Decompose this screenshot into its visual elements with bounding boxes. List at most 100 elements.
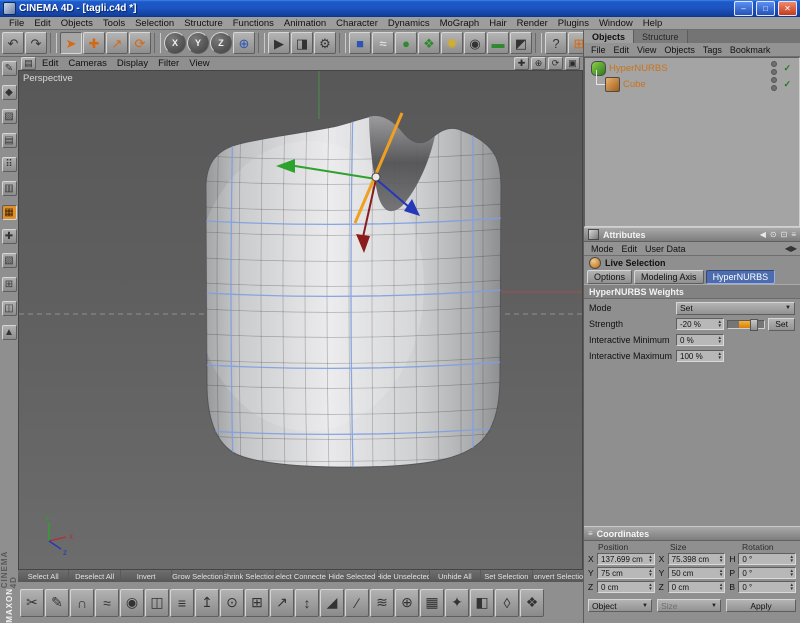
enable-snap-icon[interactable]: ⊞ xyxy=(1,277,17,292)
display-filter-icon[interactable]: ▲ xyxy=(1,325,17,340)
add-floor-icon[interactable]: ▬ xyxy=(487,32,509,54)
om-menu-tags[interactable]: Tags xyxy=(699,45,726,55)
object-row-hypernurbs[interactable]: HyperNURBS ✓ xyxy=(587,60,797,76)
weld-tool-icon[interactable]: ⊕ xyxy=(395,588,419,617)
add-spline-icon[interactable]: ≈ xyxy=(372,32,394,54)
edges-mode-icon[interactable]: ▥ xyxy=(1,181,17,196)
position-y-field[interactable]: 75 cm ▲ ▼ xyxy=(597,567,655,579)
grow-selection-button[interactable]: Grow Selection xyxy=(172,570,223,582)
menu-file[interactable]: File xyxy=(4,18,29,29)
object-axis-mode-icon[interactable]: ✚ xyxy=(1,229,17,244)
position-z-field[interactable]: 0 cm ▲ ▼ xyxy=(597,581,655,593)
strength-slider[interactable] xyxy=(727,318,766,331)
menu-functions[interactable]: Functions xyxy=(228,18,279,29)
maximize-button[interactable]: □ xyxy=(756,1,775,16)
menu-hair[interactable]: Hair xyxy=(484,18,511,29)
spinner-arrows-icon[interactable]: ▲ ▼ xyxy=(648,554,652,564)
toggle-view-icon[interactable]: ▣ xyxy=(565,57,580,70)
melt-tool-icon[interactable]: ◊ xyxy=(495,588,519,617)
viewport-menu-display[interactable]: Display xyxy=(113,58,152,69)
undo-icon[interactable]: ↶ xyxy=(2,32,24,54)
viewport-menu-filter[interactable]: Filter xyxy=(154,58,183,69)
attr-menu-userdata[interactable]: User Data xyxy=(641,244,690,254)
visibility-toggles[interactable] xyxy=(771,61,778,75)
size-z-field[interactable]: 0 cm ▲ ▼ xyxy=(667,581,726,593)
set-button[interactable]: Set xyxy=(768,317,795,331)
workplane-mode-icon[interactable]: ▤ xyxy=(1,133,17,148)
magnet-tool-icon[interactable]: ◉ xyxy=(120,588,144,617)
object-name-hypernurbs[interactable]: HyperNURBS xyxy=(609,63,768,74)
lock-icon[interactable]: ⊡ xyxy=(781,230,788,239)
interactive-maximum-field[interactable]: 100 % ▲ ▼ xyxy=(676,350,724,362)
lock-y-axis-icon[interactable]: Y xyxy=(187,32,209,54)
om-menu-file[interactable]: File xyxy=(587,45,610,55)
mode-dropdown[interactable]: Set ▼ xyxy=(676,301,795,315)
spinner-arrows-icon[interactable]: ▲ ▼ xyxy=(790,582,794,592)
spinner-arrows-icon[interactable]: ▲ ▼ xyxy=(648,568,652,578)
size-x-field[interactable]: 75.398 cm ▲ ▼ xyxy=(667,553,726,565)
coordinate-system-icon[interactable]: ⊕ xyxy=(233,32,255,54)
tab-structure[interactable]: Structure xyxy=(634,30,688,43)
render-view-icon[interactable]: ▶ xyxy=(268,32,290,54)
spinner-arrows-icon[interactable]: ▲ ▼ xyxy=(719,568,723,578)
zoom-view-icon[interactable]: ⊕ xyxy=(531,57,546,70)
spinner-arrows-icon[interactable]: ▲ ▼ xyxy=(719,582,723,592)
paint-tool-icon[interactable]: ≈ xyxy=(95,588,119,617)
panel-menu-icon[interactable]: ≡ xyxy=(588,529,593,538)
menu-objects[interactable]: Objects xyxy=(56,18,98,29)
strength-field[interactable]: -20 % ▲ ▼ xyxy=(676,318,724,330)
rotate-view-icon[interactable]: ⟳ xyxy=(548,57,563,70)
size-y-field[interactable]: 50 cm ▲ ▼ xyxy=(667,567,726,579)
lock-z-axis-icon[interactable]: Z xyxy=(210,32,232,54)
spinner-arrows-icon[interactable]: ▲ ▼ xyxy=(790,554,794,564)
menu-structure[interactable]: Structure xyxy=(179,18,228,29)
menu-mograph[interactable]: MoGraph xyxy=(435,18,485,29)
add-hypernurbs-icon[interactable]: ● xyxy=(395,32,417,54)
smooth-shift-tool-icon[interactable]: ↗ xyxy=(270,588,294,617)
attr-menu-edit[interactable]: Edit xyxy=(618,244,642,254)
select-all-button[interactable]: Select All xyxy=(18,570,69,582)
rotation-h-field[interactable]: 0 ° ▲ ▼ xyxy=(738,553,797,565)
optimize-tool-icon[interactable]: ✦ xyxy=(445,588,469,617)
enabled-check-icon[interactable]: ✓ xyxy=(783,63,791,74)
object-tree[interactable]: HyperNURBS ✓ Cube ✓ xyxy=(584,57,800,227)
invert-button[interactable]: Invert xyxy=(120,570,172,582)
minimize-button[interactable]: – xyxy=(734,1,753,16)
panel-menu-icon[interactable]: ≡ xyxy=(791,230,796,239)
menu-plugins[interactable]: Plugins xyxy=(553,18,594,29)
knife-tool-icon[interactable]: ✂ xyxy=(20,588,44,617)
spinner-arrows-icon[interactable]: ▲ ▼ xyxy=(648,582,652,592)
add-light-icon[interactable]: ✺ xyxy=(441,32,463,54)
title-bar[interactable]: CINEMA 4D - [tagli.c4d *] – □ ✕ xyxy=(0,0,800,17)
convert-selection-button[interactable]: Convert Selection xyxy=(532,570,583,582)
pan-view-icon[interactable]: ✚ xyxy=(514,57,529,70)
unhide-all-button[interactable]: Unhide All xyxy=(429,570,481,582)
live-selection-icon[interactable]: ➤ xyxy=(60,32,82,54)
viewport-solo-icon[interactable]: ◫ xyxy=(1,301,17,316)
menu-window[interactable]: Window xyxy=(594,18,638,29)
tab-objects[interactable]: Objects xyxy=(584,30,635,43)
menu-selection[interactable]: Selection xyxy=(130,18,179,29)
menu-help[interactable]: Help xyxy=(638,18,668,29)
slider-handle[interactable] xyxy=(749,318,758,331)
extrude-inner-tool-icon[interactable]: ⊙ xyxy=(220,588,244,617)
position-x-field[interactable]: 137.699 cm ▲ ▼ xyxy=(597,553,655,565)
close-button[interactable]: ✕ xyxy=(778,1,797,16)
array-tool-icon[interactable]: ❖ xyxy=(520,588,544,617)
object-dropdown[interactable]: Object ▼ xyxy=(588,599,652,612)
object-row-cube[interactable]: Cube ✓ xyxy=(587,70,797,92)
attr-menu-mode[interactable]: Mode xyxy=(587,244,618,254)
enabled-check-icon[interactable]: ✓ xyxy=(783,79,791,90)
object-name-cube[interactable]: Cube xyxy=(623,79,768,90)
extrude-tool-icon[interactable]: ↥ xyxy=(195,588,219,617)
hide-unselected-button[interactable]: Hide Unselected xyxy=(378,570,429,582)
viewport-menu-cameras[interactable]: Cameras xyxy=(64,58,111,69)
matrix-extrude-tool-icon[interactable]: ⊞ xyxy=(245,588,269,617)
texture-axis-mode-icon[interactable]: ▧ xyxy=(1,253,17,268)
render-region-icon[interactable]: ◨ xyxy=(291,32,313,54)
tab-modeling-axis[interactable]: Modeling Axis xyxy=(634,270,704,284)
spinner-arrows-icon[interactable]: ▲ ▼ xyxy=(718,351,722,361)
set-selection-button[interactable]: Set Selection xyxy=(481,570,532,582)
scale-icon[interactable]: ↗ xyxy=(106,32,128,54)
set-value-tool-icon[interactable]: ≡ xyxy=(170,588,194,617)
